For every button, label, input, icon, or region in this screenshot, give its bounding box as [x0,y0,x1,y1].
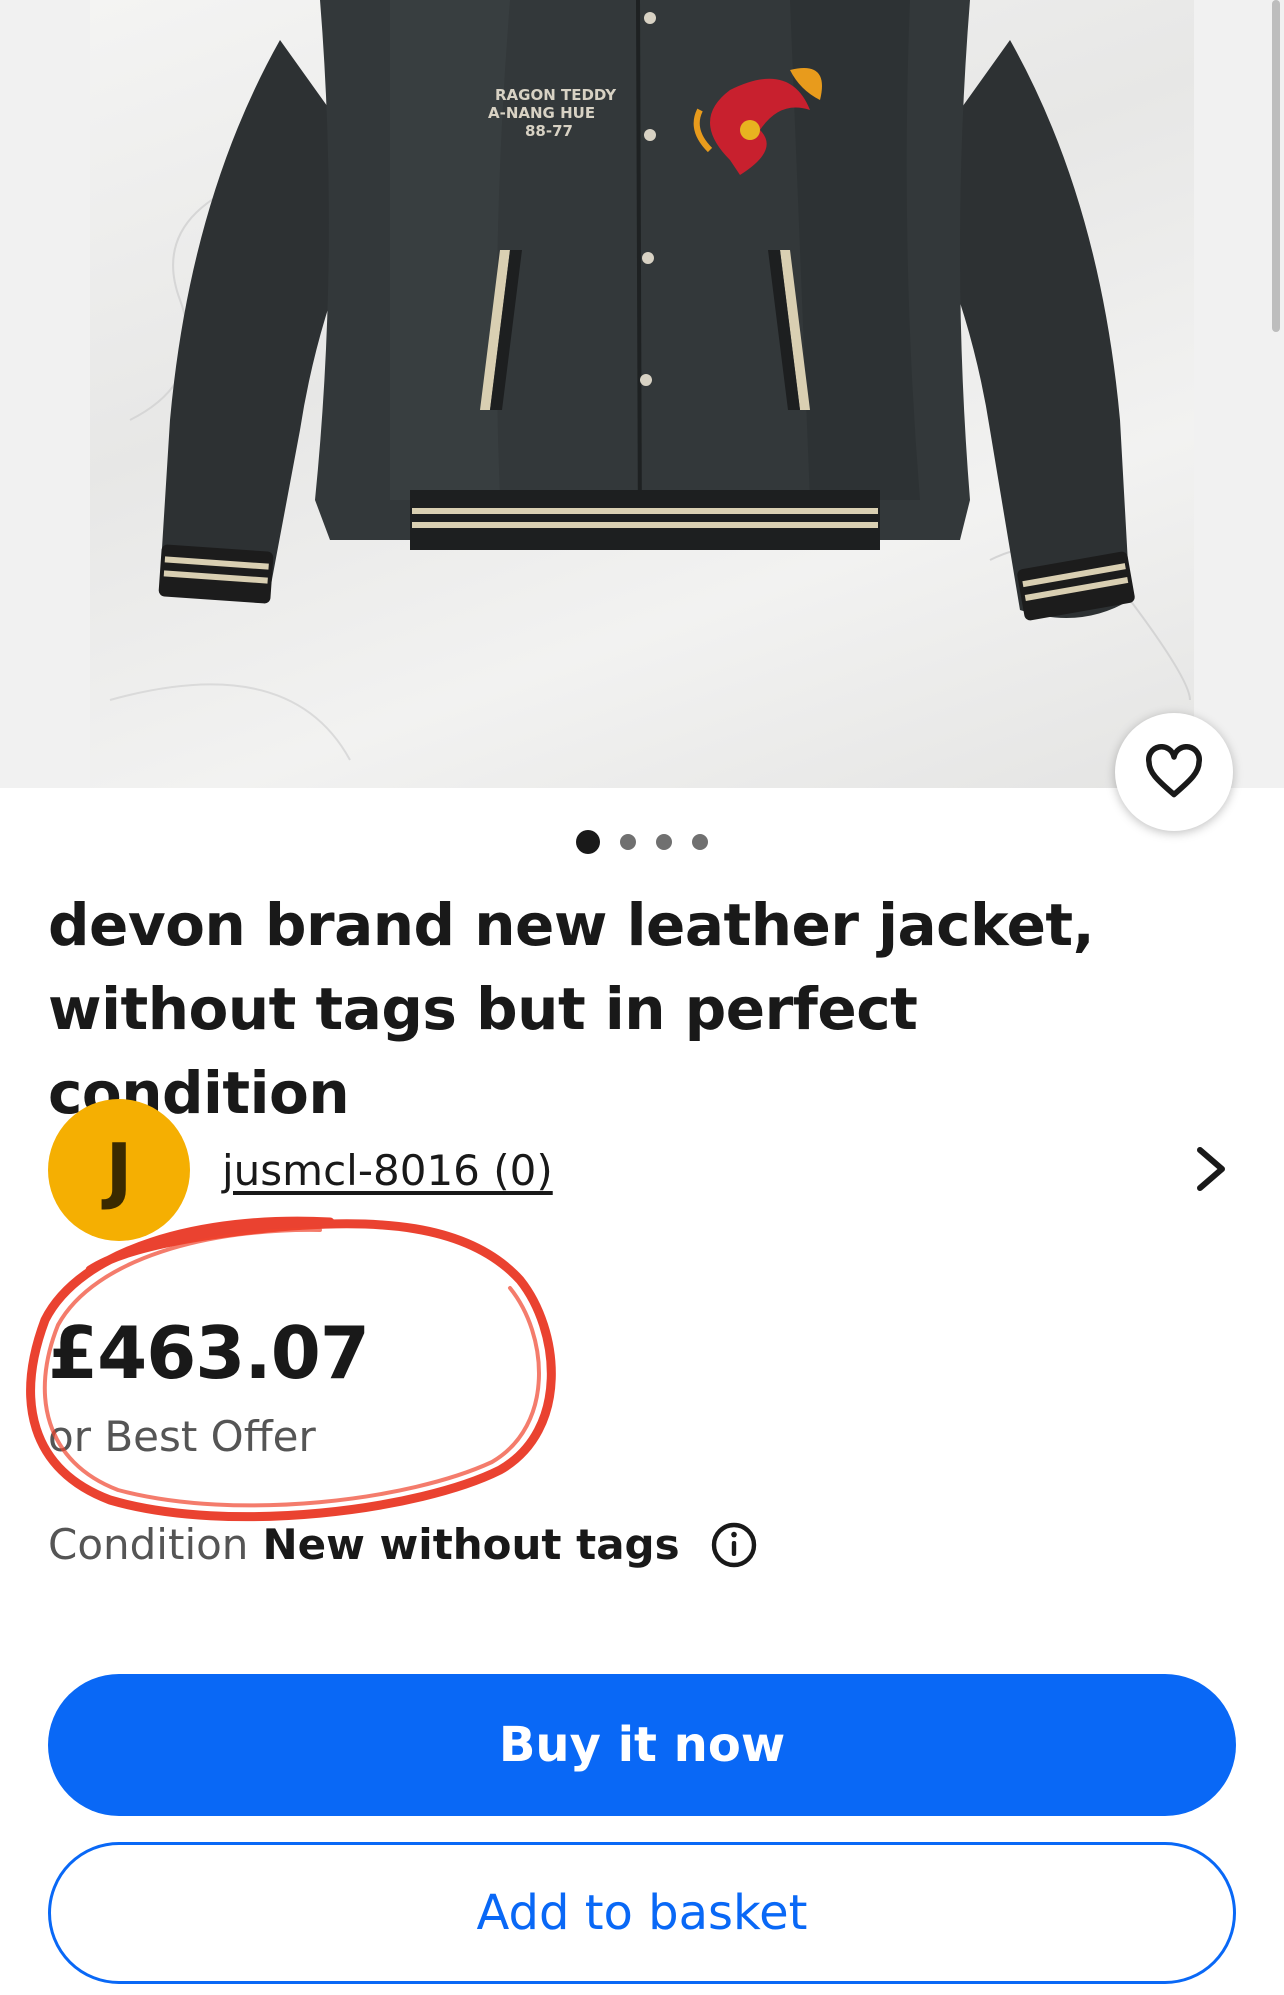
condition-label: Condition [48,1520,249,1569]
best-offer-label: or Best Offer [48,1412,316,1461]
jacket-text-line-3: 88-77 [525,122,573,140]
gallery-dot-4[interactable] [692,834,708,850]
buy-it-now-button[interactable]: Buy it now [48,1674,1236,1816]
jacket-illustration: RAGON TEDDY A-NANG HUE 88-77 [109,0,1191,761]
condition-value: New without tags [262,1520,680,1569]
gallery-dot-3[interactable] [656,834,672,850]
listing-title: devon brand new leather jacket, without … [48,891,1095,1127]
price-amount: £463.07 [48,1311,370,1395]
seller-avatar: J [48,1099,190,1241]
seller-name-link[interactable]: jusmcl-8016 (0) [222,1146,553,1195]
jacket-text-line-2: A-NANG HUE [488,104,595,122]
info-icon[interactable] [710,1521,758,1569]
product-photo[interactable]: RAGON TEDDY A-NANG HUE 88-77 [90,0,1194,788]
page-scrollbar[interactable] [1272,0,1280,332]
image-gallery[interactable]: RAGON TEDDY A-NANG HUE 88-77 [0,0,1284,788]
favorite-button[interactable] [1115,713,1233,831]
gallery-dot-1[interactable] [576,830,600,854]
jacket-text-line-1: RAGON TEDDY [495,86,617,104]
price-block: £463.07 or Best Offer [48,1305,370,1467]
chevron-right-icon[interactable] [1194,1144,1228,1194]
heart-icon [1146,744,1202,798]
seller-row[interactable]: J jusmcl-8016 (0) [48,1099,1238,1241]
gallery-pagination [0,830,1284,854]
gallery-dot-2[interactable] [620,834,636,850]
condition-row: Condition New without tags [48,1515,758,1575]
add-to-basket-button[interactable]: Add to basket [48,1842,1236,1984]
